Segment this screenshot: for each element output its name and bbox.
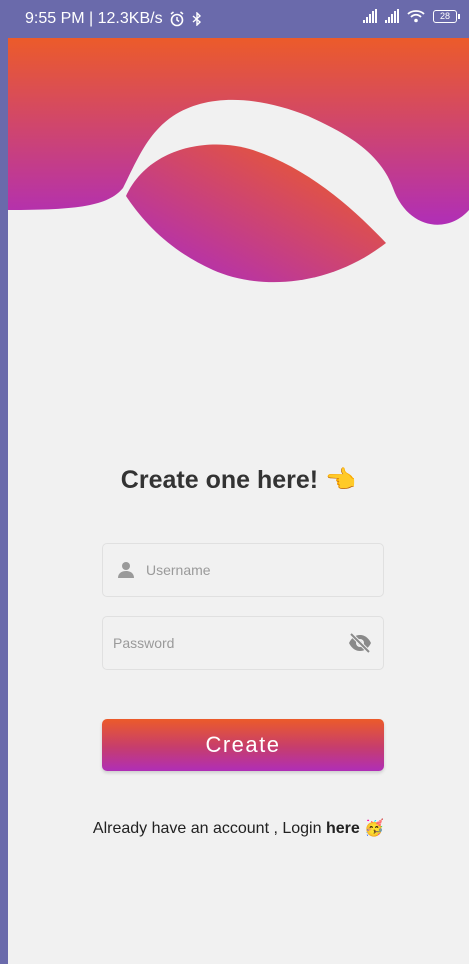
status-left: 9:55 PM | 12.3KB/s [25,10,203,28]
page-title: Create one here! 👈 [8,466,469,495]
password-field[interactable] [102,616,384,670]
person-icon [118,562,134,578]
hero-leaf [126,144,386,283]
hero-waves [8,38,469,283]
app-screen: Create one here! 👈 Create Already have a… [8,0,469,964]
wifi-icon [407,10,425,23]
battery-level: 28 [439,11,450,21]
status-bar: 9:55 PM | 12.3KB/s 28 [0,0,469,38]
username-field[interactable] [102,543,384,597]
password-input[interactable] [103,635,347,651]
bluetooth-icon [192,12,201,26]
eye-off-icon[interactable] [347,630,373,656]
signal-icon [363,9,377,23]
status-right: 28 [363,9,460,23]
title-text: Create one here! [120,466,319,494]
login-prompt-text: Already have an account , Login [92,820,326,837]
battery-icon: 28 [433,9,460,23]
status-time-speed: 9:55 PM | 12.3KB/s [25,10,163,27]
login-here-link[interactable]: here [326,820,360,837]
alarm-clock-icon [170,11,184,27]
pointing-hand-emoji: 👈 [325,466,357,494]
login-prompt: Already have an account , Login here 🥳 [8,818,469,838]
signal-icon-2 [385,9,399,23]
username-input[interactable] [146,562,383,578]
create-button[interactable]: Create [102,719,384,771]
party-emoji: 🥳 [364,820,385,837]
